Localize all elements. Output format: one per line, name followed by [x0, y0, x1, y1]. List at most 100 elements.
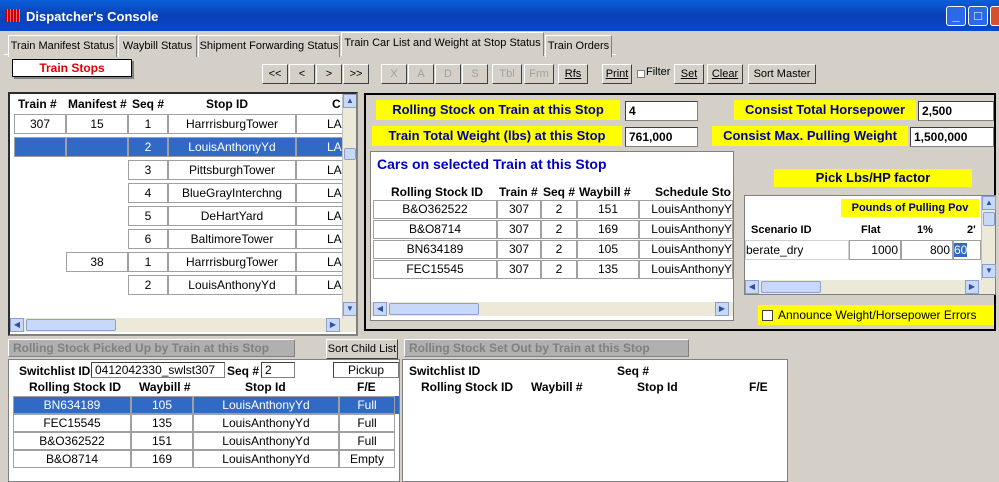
one-pct-cell[interactable]: 800 — [901, 240, 953, 260]
scroll-thumb[interactable] — [344, 148, 356, 160]
stop-cell-stop[interactable]: BaltimoreTower — [168, 229, 296, 249]
stop-cell-c[interactable]: LA — [296, 275, 344, 295]
stop-cell-c[interactable]: LA — [296, 114, 344, 134]
stop-cell-stop[interactable]: BlueGrayInterchng — [168, 183, 296, 203]
stops-vscroll[interactable]: ▲ ▼ — [342, 94, 356, 318]
car-cell-train[interactable]: 307 — [497, 260, 541, 279]
stop-cell-seq[interactable]: 4 — [128, 183, 168, 203]
car-cell-waybill[interactable]: 169 — [577, 220, 639, 239]
stop-cell-train[interactable]: 307 — [14, 114, 66, 134]
stop-cell-manifest[interactable] — [66, 137, 128, 157]
scenario-cell[interactable]: berate_dry — [745, 240, 849, 260]
prev-record-button[interactable]: < — [289, 64, 315, 84]
seq-value[interactable]: 2 — [261, 362, 295, 378]
maximize-button[interactable]: □ — [968, 6, 988, 26]
car-cell-id[interactable]: FEC15545 — [373, 260, 497, 279]
stop-cell-train[interactable] — [14, 183, 66, 203]
tab-train-manifest-status[interactable]: Train Manifest Status — [8, 35, 117, 57]
scroll-up-icon[interactable]: ▲ — [982, 196, 996, 210]
pu-cell-fe[interactable]: Empty — [339, 450, 395, 468]
stop-cell-seq[interactable]: 2 — [128, 275, 168, 295]
stop-cell-stop[interactable]: DeHartYard — [168, 206, 296, 226]
pu-cell-waybill[interactable]: 169 — [131, 450, 193, 468]
delete-button[interactable]: D — [435, 64, 461, 84]
tab-train-car-list[interactable]: Train Car List and Weight at Stop Status — [341, 32, 544, 56]
next-record-button[interactable]: > — [316, 64, 342, 84]
stop-cell-stop[interactable]: LouisAnthonyYd — [168, 137, 296, 157]
car-cell-sched[interactable]: LouisAnthonyY — [639, 260, 733, 279]
save-button[interactable]: S — [462, 64, 488, 84]
tab-shipment-forwarding-status[interactable]: Shipment Forwarding Status — [198, 35, 340, 57]
pu-cell-fe[interactable]: Full — [339, 414, 395, 432]
scroll-thumb[interactable] — [983, 212, 995, 226]
scroll-down-icon[interactable]: ▼ — [982, 264, 996, 278]
stop-cell-c[interactable]: LA — [296, 252, 344, 272]
car-cell-waybill[interactable]: 151 — [577, 200, 639, 219]
close-button[interactable] — [990, 6, 999, 26]
minimize-button[interactable]: _ — [946, 6, 966, 26]
tab-waybill-status[interactable]: Waybill Status — [118, 35, 197, 57]
stop-cell-seq[interactable]: 3 — [128, 160, 168, 180]
add-button[interactable]: A — [408, 64, 434, 84]
stop-cell-seq[interactable]: 6 — [128, 229, 168, 249]
pu-cell-waybill[interactable]: 135 — [131, 414, 193, 432]
last-record-button[interactable]: >> — [343, 64, 369, 84]
car-cell-seq[interactable]: 2 — [541, 200, 577, 219]
announce-errors-checkbox[interactable] — [762, 310, 773, 321]
pu-cell-id[interactable]: B&O362522 — [13, 432, 131, 450]
cars-hscroll[interactable]: ◀ ▶ — [371, 302, 733, 316]
set-button[interactable]: Set — [674, 64, 704, 84]
sort-master-button[interactable]: Sort Master — [748, 64, 816, 84]
table-button[interactable]: Tbl — [492, 64, 522, 84]
stop-cell-c[interactable]: LA — [296, 160, 344, 180]
hscroll-thumb[interactable] — [761, 281, 821, 293]
stop-cell-manifest[interactable]: 15 — [66, 114, 128, 134]
hscroll-thumb[interactable] — [389, 303, 479, 315]
stop-cell-manifest[interactable]: 38 — [66, 252, 128, 272]
stop-cell-train[interactable] — [14, 160, 66, 180]
stop-cell-stop[interactable]: LouisAnthonyYd — [168, 275, 296, 295]
scroll-left-icon[interactable]: ◀ — [373, 302, 387, 316]
car-cell-waybill[interactable]: 105 — [577, 240, 639, 259]
car-cell-seq[interactable]: 2 — [541, 220, 577, 239]
first-record-button[interactable]: << — [262, 64, 288, 84]
stop-cell-train[interactable] — [14, 275, 66, 295]
clear-button[interactable]: Clear — [707, 64, 743, 84]
stop-cell-seq[interactable]: 2 — [128, 137, 168, 157]
stop-cell-train[interactable] — [14, 137, 66, 157]
car-cell-id[interactable]: B&O362522 — [373, 200, 497, 219]
stop-cell-stop[interactable]: HarrrisburgTower — [168, 114, 296, 134]
stop-cell-train[interactable] — [14, 229, 66, 249]
stop-cell-train[interactable] — [14, 206, 66, 226]
pu-cell-id[interactable]: B&O8714 — [13, 450, 131, 468]
lbs-hscroll[interactable]: ◀ ▶ — [745, 280, 995, 294]
stop-cell-seq[interactable]: 1 — [128, 252, 168, 272]
car-cell-sched[interactable]: LouisAnthonyY — [639, 200, 733, 219]
pu-cell-stop[interactable]: LouisAnthonyYd — [193, 396, 339, 414]
scroll-up-icon[interactable]: ▲ — [343, 94, 356, 108]
stop-cell-manifest[interactable] — [66, 160, 128, 180]
scroll-left-icon[interactable]: ◀ — [745, 280, 759, 294]
stop-cell-c[interactable]: LA — [296, 229, 344, 249]
stop-cell-stop[interactable]: HarrrisburgTower — [168, 252, 296, 272]
car-cell-train[interactable]: 307 — [497, 220, 541, 239]
pu-cell-id[interactable]: FEC15545 — [13, 414, 131, 432]
tab-train-orders[interactable]: Train Orders — [545, 35, 612, 57]
hscroll-thumb[interactable] — [26, 319, 116, 331]
stop-cell-train[interactable] — [14, 252, 66, 272]
car-cell-waybill[interactable]: 135 — [577, 260, 639, 279]
scroll-right-icon[interactable]: ▶ — [326, 318, 340, 332]
stop-cell-stop[interactable]: PittsburghTower — [168, 160, 296, 180]
pu-cell-stop[interactable]: LouisAnthonyYd — [193, 450, 339, 468]
form-button[interactable]: Frm — [524, 64, 554, 84]
announce-errors-row[interactable]: Announce Weight/Horsepower Errors — [758, 305, 994, 325]
car-cell-train[interactable]: 307 — [497, 240, 541, 259]
car-cell-seq[interactable]: 2 — [541, 240, 577, 259]
car-cell-id[interactable]: BN634189 — [373, 240, 497, 259]
pu-cell-fe[interactable]: Full — [339, 432, 395, 450]
scroll-left-icon[interactable]: ◀ — [10, 318, 24, 332]
stop-cell-manifest[interactable] — [66, 229, 128, 249]
sort-child-list-button[interactable]: Sort Child List — [326, 339, 398, 359]
refresh-button[interactable]: Rfs — [558, 64, 588, 84]
pu-cell-waybill[interactable]: 151 — [131, 432, 193, 450]
